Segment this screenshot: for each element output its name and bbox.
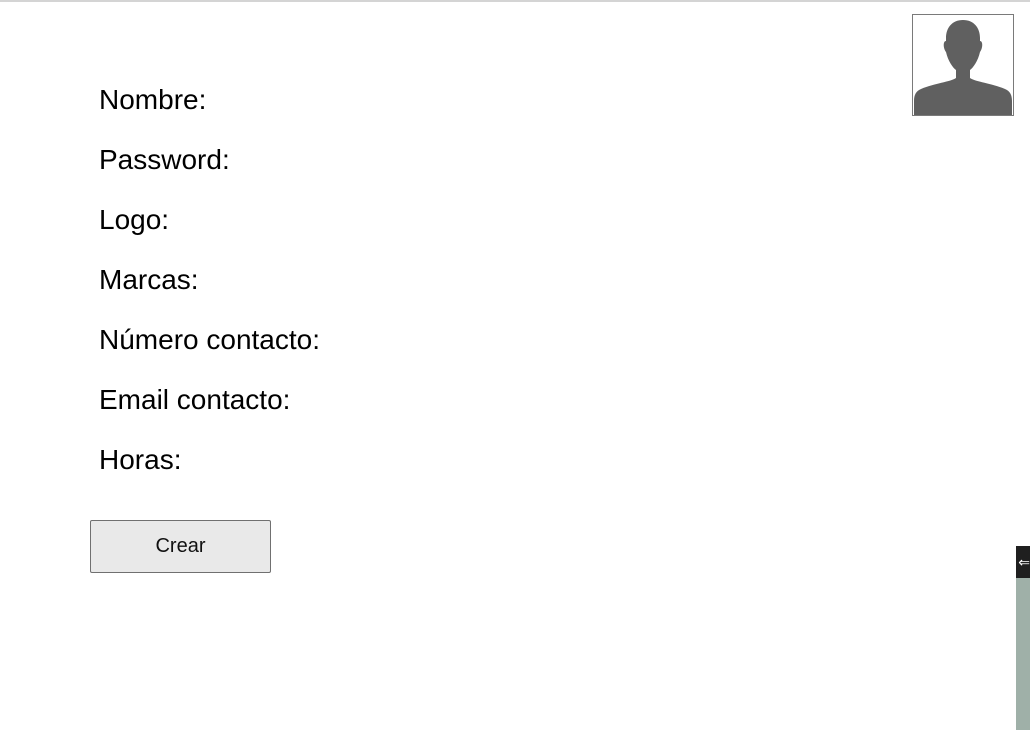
- crear-button[interactable]: Crear: [90, 520, 271, 573]
- side-panel[interactable]: ⇐: [1016, 546, 1030, 730]
- nombre-label: Nombre:: [99, 84, 207, 115]
- marcas-label: Marcas:: [99, 264, 199, 295]
- expand-arrow-icon[interactable]: ⇐: [1016, 546, 1030, 578]
- password-label: Password:: [99, 144, 230, 175]
- avatar: [912, 14, 1014, 116]
- user-silhouette-icon: [914, 20, 1012, 115]
- email-contacto-label: Email contacto:: [99, 384, 291, 415]
- registration-form: Nombre: Password: Logo: Marcas: Número c…: [99, 84, 320, 504]
- page: Nombre: Password: Logo: Marcas: Número c…: [0, 0, 1030, 730]
- side-panel-preview: [1016, 578, 1030, 730]
- horas-label: Horas:: [99, 444, 182, 475]
- logo-label: Logo:: [99, 204, 170, 235]
- top-divider: [0, 0, 1030, 2]
- numero-contacto-label: Número contacto:: [99, 324, 320, 355]
